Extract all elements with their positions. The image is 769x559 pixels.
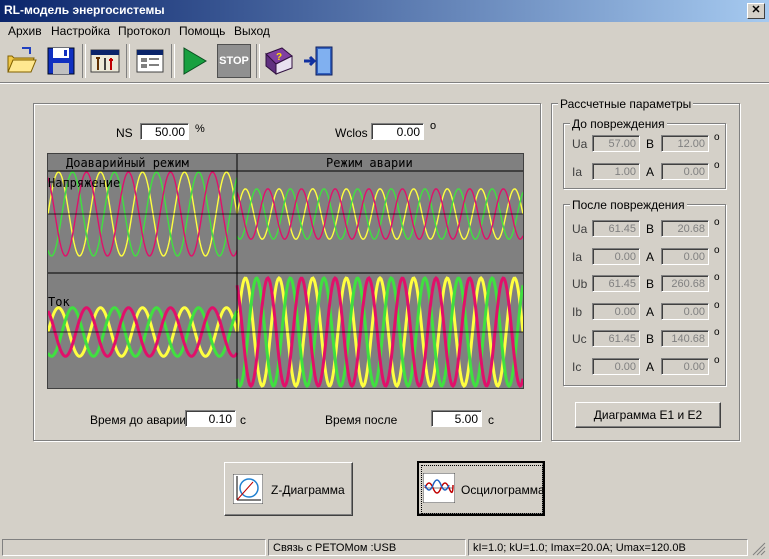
param-name: Ua bbox=[572, 137, 588, 151]
toolbar-separator bbox=[256, 44, 260, 78]
param-magnitude: 0.00 bbox=[592, 302, 640, 320]
ns-label: NS bbox=[116, 126, 133, 140]
param-unit: В bbox=[646, 222, 655, 236]
param-name: Ic bbox=[572, 359, 582, 374]
oscillogram-button[interactable]: Осцилограмма bbox=[417, 461, 545, 516]
toolbar-separator bbox=[82, 44, 86, 78]
z-diagram-label: Z-Диаграмма bbox=[271, 483, 345, 497]
param-name: Ib bbox=[572, 304, 583, 319]
z-diagram-icon bbox=[233, 474, 263, 504]
wclos-unit: o bbox=[430, 120, 437, 132]
diagram-e1-e2-button[interactable]: Диаграмма E1 и E2 bbox=[575, 402, 721, 428]
param-magnitude: 61.45 bbox=[592, 275, 640, 292]
param-name: Uc bbox=[572, 332, 587, 346]
param-magnitude: 61.45 bbox=[592, 330, 640, 347]
status-coefficients: kI=1.0; kU=1.0; Imax=20.0A; Umax=120.0B bbox=[468, 539, 748, 556]
param-degree: o bbox=[714, 132, 720, 143]
exit-door-icon[interactable] bbox=[302, 44, 336, 78]
play-icon[interactable] bbox=[177, 44, 211, 78]
oscillogram-icon bbox=[423, 473, 455, 503]
param-angle: 12.00 bbox=[661, 135, 709, 152]
param-name: Ia bbox=[572, 249, 583, 264]
param-unit: В bbox=[646, 137, 655, 151]
param-angle: 20.68 bbox=[661, 220, 709, 237]
time-before-unit: с bbox=[240, 413, 246, 427]
help-book-icon[interactable]: ? bbox=[262, 44, 296, 78]
calc-params-title: Рассчетные параметры bbox=[558, 97, 694, 111]
menu-protocol[interactable]: Протокол bbox=[118, 24, 171, 38]
param-name: Ua bbox=[572, 222, 588, 236]
param-unit: А bbox=[646, 359, 655, 374]
open-folder-icon[interactable] bbox=[4, 44, 38, 78]
status-bar: Связь с РЕТОМом :USB kI=1.0; kU=1.0; Ima… bbox=[0, 537, 769, 559]
time-after-input[interactable]: 5.00 bbox=[431, 410, 482, 427]
toolbar-separator bbox=[126, 44, 130, 78]
voltage-label: Напряжение bbox=[48, 176, 121, 190]
wclos-input[interactable]: 0.00 bbox=[371, 123, 424, 140]
toolbar: STOP ? bbox=[0, 40, 769, 83]
waveform-display: Доаварийный режим Режим аварии Напряжени… bbox=[47, 153, 524, 389]
current-label: Ток bbox=[48, 295, 70, 309]
before-fault-title: До повреждения bbox=[570, 117, 667, 131]
time-after-label: Время после bbox=[325, 413, 398, 427]
oscillogram-label: Осцилограмма bbox=[461, 483, 545, 497]
param-degree: o bbox=[714, 354, 720, 366]
svg-text:?: ? bbox=[276, 52, 282, 63]
param-angle: 0.00 bbox=[661, 163, 709, 180]
param-angle: 0.00 bbox=[661, 247, 709, 265]
param-magnitude: 0.00 bbox=[592, 357, 640, 375]
menu-settings[interactable]: Настройка bbox=[51, 24, 110, 38]
after-fault-title: После повреждения bbox=[570, 198, 687, 212]
ns-input[interactable]: 50.00 bbox=[140, 123, 189, 140]
time-after-unit: с bbox=[488, 413, 494, 427]
status-pane-empty bbox=[2, 539, 266, 556]
param-magnitude: 57.00 bbox=[592, 135, 640, 152]
stop-icon[interactable]: STOP bbox=[217, 44, 251, 78]
time-before-input[interactable]: 0.10 bbox=[185, 410, 236, 427]
param-angle: 0.00 bbox=[661, 357, 709, 375]
menu-archive[interactable]: Архив bbox=[8, 24, 42, 38]
window-title: RL-модель энергосистемы bbox=[4, 3, 165, 17]
param-unit: В bbox=[646, 277, 655, 291]
param-magnitude: 61.45 bbox=[592, 220, 640, 237]
fault-title: Режим аварии bbox=[326, 156, 413, 170]
resize-grip-icon[interactable] bbox=[752, 542, 766, 556]
menu-help[interactable]: Помощь bbox=[179, 24, 225, 38]
tools-icon[interactable] bbox=[88, 44, 122, 78]
pre-fault-title: Доаварийный режим bbox=[66, 156, 189, 170]
ns-unit: % bbox=[195, 123, 205, 135]
status-connection: Связь с РЕТОМом :USB bbox=[268, 539, 466, 556]
toolbar-separator bbox=[171, 44, 175, 78]
param-magnitude: 1.00 bbox=[592, 163, 640, 180]
param-unit: А bbox=[646, 165, 655, 179]
param-magnitude: 0.00 bbox=[592, 247, 640, 265]
param-name: Ia bbox=[572, 165, 583, 179]
close-button[interactable]: ✕ bbox=[747, 3, 765, 19]
menu-bar: Архив Настройка Протокол Помощь Выход bbox=[0, 22, 769, 40]
param-degree: o bbox=[714, 327, 720, 338]
param-degree: o bbox=[714, 272, 720, 283]
param-unit: А bbox=[646, 249, 655, 264]
param-degree: o bbox=[714, 160, 720, 171]
title-bar: RL-модель энергосистемы ✕ bbox=[0, 0, 769, 22]
z-diagram-button[interactable]: Z-Диаграмма bbox=[224, 462, 353, 516]
param-degree: o bbox=[714, 217, 720, 228]
param-angle: 140.68 bbox=[661, 330, 709, 347]
time-before-label: Время до аварии bbox=[90, 413, 187, 427]
wclos-label: Wclos bbox=[335, 126, 368, 140]
param-degree: o bbox=[714, 244, 720, 256]
param-degree: o bbox=[714, 299, 720, 311]
param-angle: 0.00 bbox=[661, 302, 709, 320]
save-disk-icon[interactable] bbox=[44, 44, 78, 78]
param-name: Ub bbox=[572, 277, 588, 291]
param-unit: В bbox=[646, 332, 655, 346]
window-settings-icon[interactable] bbox=[133, 44, 167, 78]
param-unit: А bbox=[646, 304, 655, 319]
param-angle: 260.68 bbox=[661, 275, 709, 292]
menu-exit[interactable]: Выход bbox=[234, 24, 270, 38]
